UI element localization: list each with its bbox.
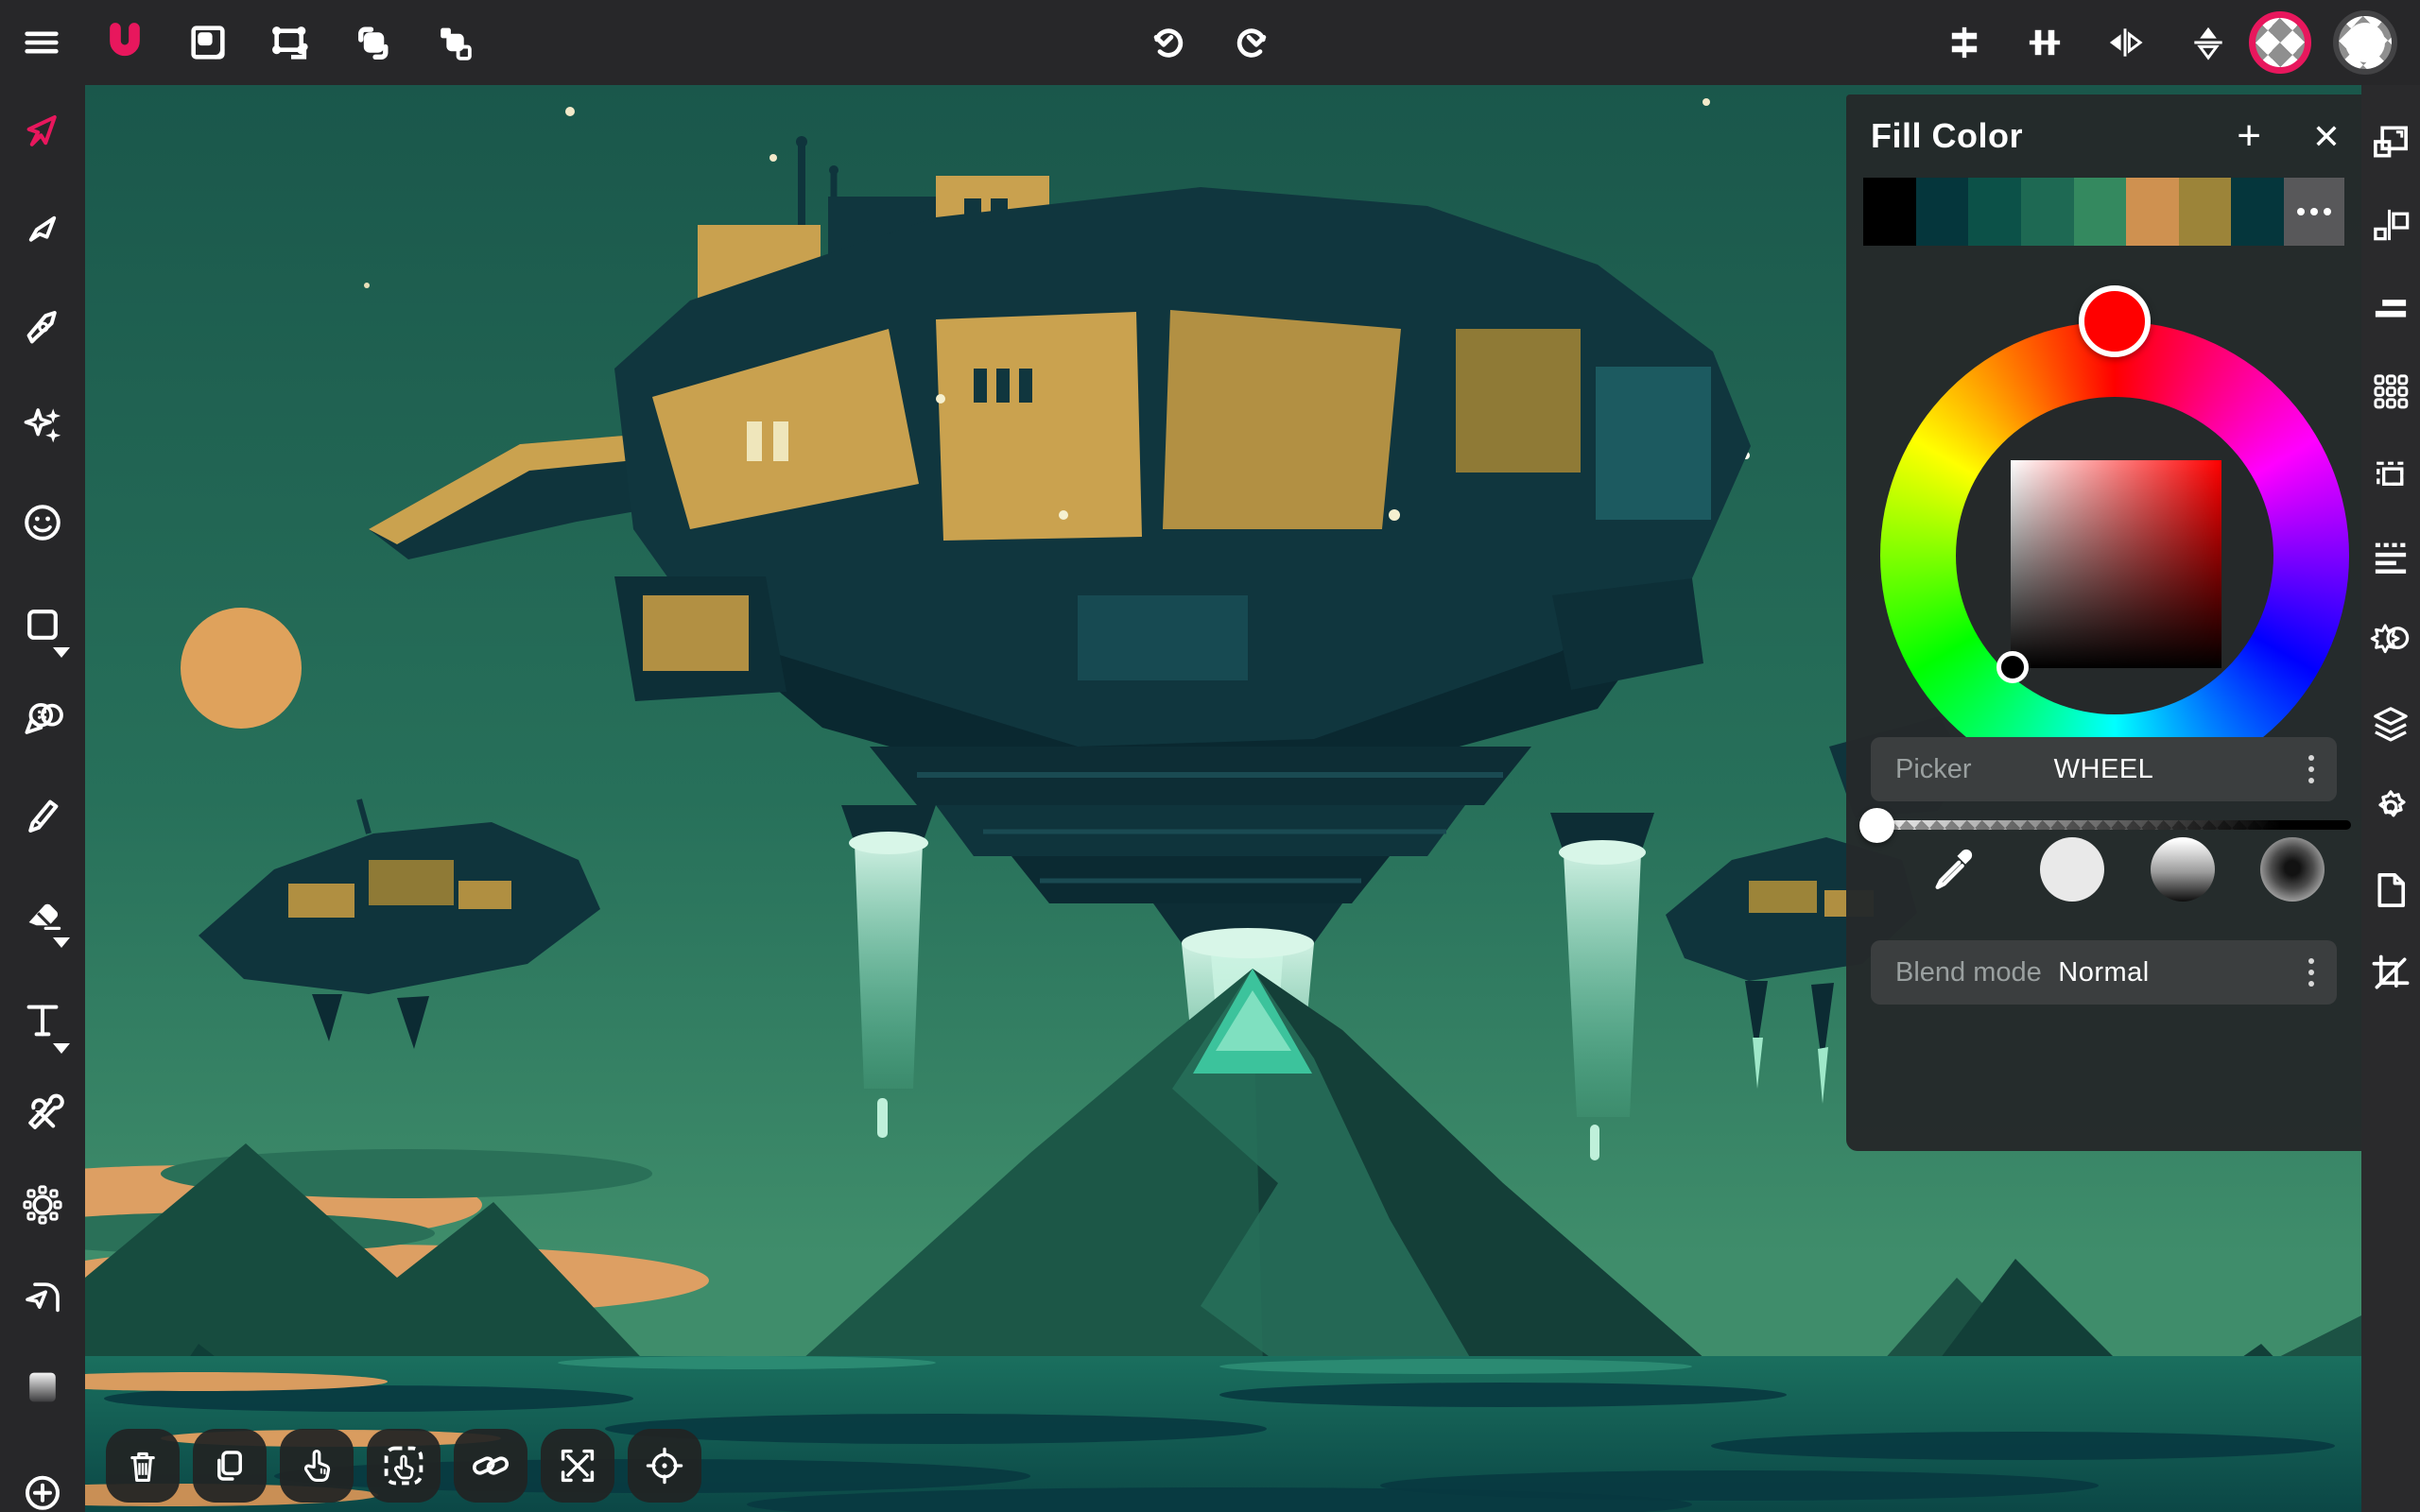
- canvas-action-bar: [106, 1429, 701, 1503]
- color-swatch[interactable]: [2021, 178, 2074, 246]
- sv-selector[interactable]: [1996, 651, 2029, 683]
- swatch-strip: [1863, 178, 2344, 246]
- top-toolbar: [0, 0, 2420, 85]
- picker-options-icon[interactable]: [2308, 755, 2314, 783]
- select-tool[interactable]: [0, 90, 85, 175]
- color-swatch[interactable]: [1863, 178, 1916, 246]
- align-objects-icon[interactable]: [2370, 197, 2411, 253]
- color-swatch[interactable]: [2074, 178, 2127, 246]
- picker-label: Picker: [1895, 754, 1972, 785]
- select-hand-button[interactable]: [280, 1429, 354, 1503]
- add-tool[interactable]: [0, 1446, 85, 1512]
- shape-library-tool[interactable]: [0, 480, 85, 565]
- text-tool[interactable]: [0, 978, 85, 1063]
- color-swatch[interactable]: [2231, 178, 2284, 246]
- pathfinder-icon[interactable]: [2370, 113, 2411, 170]
- redo-icon[interactable]: [1219, 0, 1287, 85]
- logo-u[interactable]: [91, 0, 159, 85]
- color-wheel-zone: [1846, 246, 2361, 813]
- page-icon[interactable]: [2370, 862, 2411, 919]
- eraser-tool[interactable]: [0, 872, 85, 957]
- linear-gradient-option[interactable]: [2151, 837, 2215, 902]
- flip-horizontal-icon[interactable]: [2091, 0, 2159, 85]
- selection-frame-icon[interactable]: [2370, 446, 2411, 503]
- undo-icon[interactable]: [1133, 0, 1201, 85]
- rectangle-tool[interactable]: [0, 582, 85, 667]
- blend-mode-row[interactable]: Blend mode Normal: [1871, 940, 2337, 1005]
- scale-button[interactable]: [541, 1429, 614, 1503]
- picker-mode-row[interactable]: Picker WHEEL: [1871, 737, 2337, 801]
- artboard-icon[interactable]: [174, 0, 242, 85]
- delete-button[interactable]: [106, 1429, 180, 1503]
- gradient-tool[interactable]: [0, 1345, 85, 1430]
- submenu-caret: [53, 1043, 70, 1054]
- saturation-value-box[interactable]: [2011, 460, 2221, 668]
- hue-selector[interactable]: [2079, 285, 2151, 357]
- arrange-icon[interactable]: [420, 0, 488, 85]
- crop-icon[interactable]: [2370, 945, 2411, 1002]
- transform-frame-icon[interactable]: [257, 0, 325, 85]
- pencil-tool[interactable]: [0, 773, 85, 858]
- marquee-select-button[interactable]: [367, 1429, 441, 1503]
- distribute-vertical-icon[interactable]: [1930, 0, 1998, 85]
- add-swatch-button[interactable]: +: [2237, 112, 2261, 161]
- fill-color-indicator[interactable]: [2246, 0, 2314, 85]
- app-window: Fill Color + ✕ Picker WHEEL: [0, 0, 2420, 1512]
- tool-sidebar: [0, 85, 85, 1512]
- appearance-icon[interactable]: [2370, 612, 2411, 669]
- gear-burst-tool[interactable]: [0, 1162, 85, 1247]
- submenu-caret: [53, 937, 70, 948]
- panel-header: Fill Color + ✕: [1846, 94, 2361, 178]
- solid-fill-option[interactable]: [2040, 837, 2104, 902]
- target-button[interactable]: [628, 1429, 701, 1503]
- layers-icon[interactable]: [2370, 696, 2411, 752]
- eyedropper-icon[interactable]: [1929, 843, 1979, 892]
- pen-tool[interactable]: [0, 285, 85, 370]
- color-swatch[interactable]: [2126, 178, 2179, 246]
- menu-icon[interactable]: [8, 0, 76, 85]
- text-styles-icon[interactable]: [2370, 529, 2411, 586]
- duplicate-button[interactable]: [193, 1429, 267, 1503]
- scissors-tool[interactable]: [0, 1070, 85, 1155]
- panel-title: Fill Color: [1871, 116, 2023, 156]
- settings-gear-icon[interactable]: [2370, 779, 2411, 835]
- color-swatch[interactable]: [1916, 178, 1969, 246]
- blend-label: Blend mode: [1895, 957, 2042, 988]
- flip-vertical-icon[interactable]: [2174, 0, 2242, 85]
- fill-color-panel: Fill Color + ✕ Picker WHEEL: [1846, 94, 2361, 1151]
- node-select-tool[interactable]: [0, 187, 85, 272]
- submenu-caret: [53, 647, 70, 658]
- radial-gradient-option[interactable]: [2260, 837, 2325, 902]
- plane-curve-tool[interactable]: [0, 1254, 85, 1339]
- color-swatch[interactable]: [1968, 178, 2021, 246]
- blend-options-icon[interactable]: [2308, 958, 2314, 987]
- match-size-icon[interactable]: [2370, 280, 2411, 336]
- close-panel-button[interactable]: ✕: [2312, 115, 2341, 159]
- duplicate-icon[interactable]: [338, 0, 406, 85]
- panel-sidebar: [2361, 85, 2420, 1512]
- auto-draw-tool[interactable]: [0, 383, 85, 468]
- fill-type-row: [1846, 822, 2361, 917]
- stroke-color-indicator[interactable]: [2331, 0, 2399, 85]
- link-button[interactable]: [454, 1429, 527, 1503]
- grid-icon[interactable]: [2370, 363, 2411, 420]
- multi-select-tool[interactable]: [0, 676, 85, 761]
- color-swatch[interactable]: [2179, 178, 2232, 246]
- more-swatches-button[interactable]: [2284, 178, 2344, 246]
- distribute-horizontal-icon[interactable]: [2011, 0, 2079, 85]
